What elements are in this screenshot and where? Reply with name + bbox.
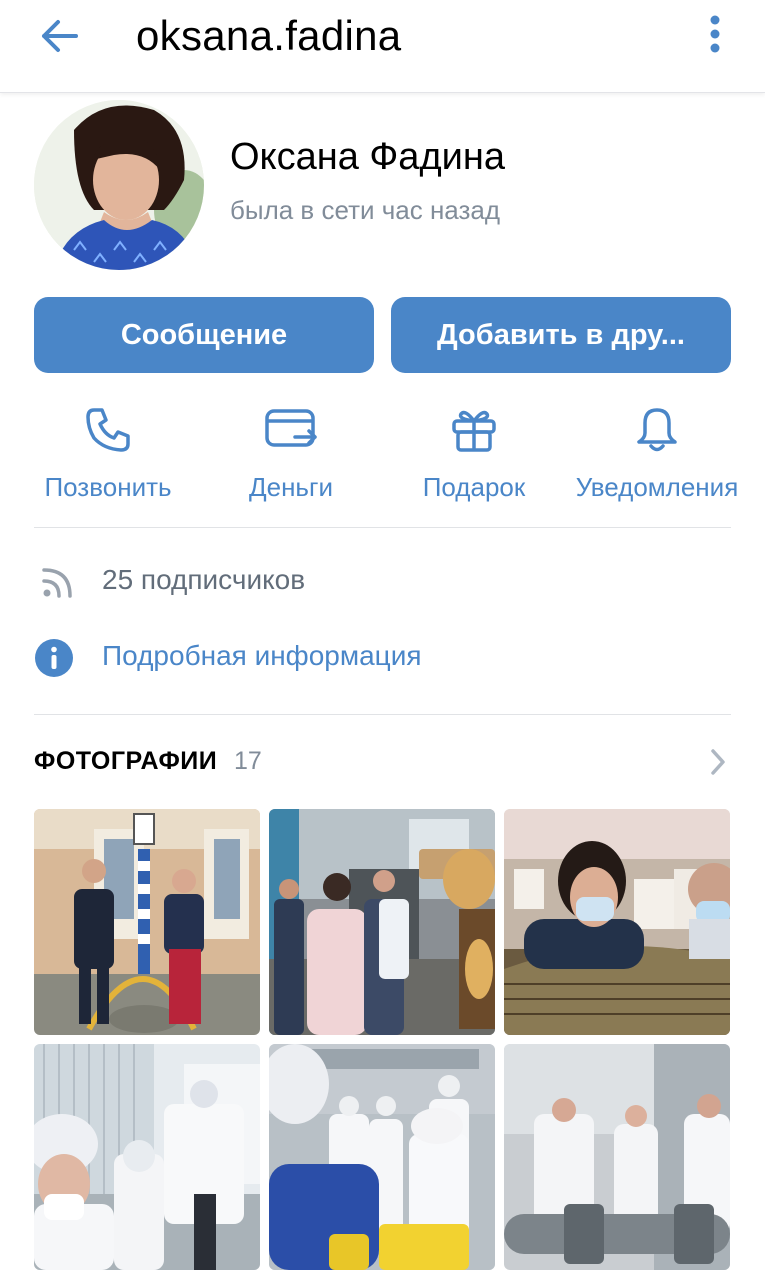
gift-icon <box>452 410 496 452</box>
profile-name: Оксана Фадина <box>230 136 505 178</box>
subscribers-count: 25 подписчиков <box>102 564 306 595</box>
notifications-action[interactable]: Уведомления <box>566 398 748 508</box>
chevron-right-icon[interactable] <box>709 747 727 777</box>
profile-avatar[interactable] <box>34 100 204 270</box>
money-transfer-icon <box>265 409 317 447</box>
photo-thumbnail[interactable] <box>34 809 260 1035</box>
add-friend-button[interactable]: Добавить в дру... <box>391 297 731 373</box>
phone-icon <box>86 408 130 452</box>
arrow-left-icon <box>42 20 78 52</box>
bell-icon <box>637 408 677 452</box>
photos-count: 17 <box>234 747 262 775</box>
money-label: Деньги <box>249 472 333 502</box>
more-vertical-icon <box>710 15 720 53</box>
notifications-label: Уведомления <box>575 472 739 502</box>
photo-thumbnail[interactable] <box>504 809 730 1035</box>
photo-thumbnail[interactable] <box>34 1044 260 1270</box>
divider <box>34 527 731 528</box>
profile-username: oksana.fadina <box>136 12 402 59</box>
call-action[interactable]: Позвонить <box>34 398 182 508</box>
photos-title: ФОТОГРАФИИ <box>34 747 218 775</box>
call-label: Позвонить <box>44 472 172 502</box>
info-icon <box>35 639 73 677</box>
back-button[interactable] <box>34 14 84 58</box>
online-status: была в сети час назад <box>230 195 501 225</box>
details-link: Подробная информация <box>102 640 422 671</box>
gift-action[interactable]: Подарок <box>414 398 534 508</box>
more-options-button[interactable] <box>700 12 730 56</box>
details-row[interactable]: Подробная информация <box>34 636 731 680</box>
photos-header[interactable]: ФОТОГРАФИИ 17 <box>34 745 731 783</box>
avatar-photo <box>34 100 204 270</box>
rss-subscribers-icon <box>42 568 72 598</box>
subscribers-row[interactable]: 25 подписчиков <box>34 560 731 604</box>
top-bar: oksana.fadina <box>0 0 765 93</box>
photo-thumbnail[interactable] <box>269 1044 495 1270</box>
divider <box>34 714 731 715</box>
photo-thumbnail[interactable] <box>269 809 495 1035</box>
money-action[interactable]: Деньги <box>232 398 350 508</box>
photo-thumbnail[interactable] <box>504 1044 730 1270</box>
message-button[interactable]: Сообщение <box>34 297 374 373</box>
gift-label: Подарок <box>422 472 526 502</box>
